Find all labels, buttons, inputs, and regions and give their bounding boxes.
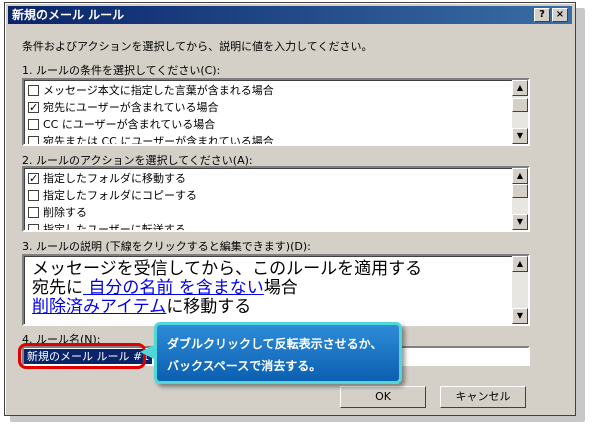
condition-checkbox[interactable] xyxy=(28,119,39,130)
scroll-down-icon[interactable]: ▼ xyxy=(512,128,528,144)
action-item[interactable]: 指定したユーザーに転送する xyxy=(26,221,510,230)
help-button[interactable]: ? xyxy=(534,8,550,22)
action-item[interactable]: 指定したフォルダにコピーする xyxy=(26,187,510,204)
action-item[interactable]: 指定したフォルダに移動する xyxy=(26,170,510,187)
action-checkbox[interactable] xyxy=(28,190,39,201)
description-line-3: 削除済みアイテムに移動する xyxy=(32,297,252,317)
action-checkbox-checked[interactable] xyxy=(28,170,39,187)
sender-name-link[interactable]: 自分の名前 を含まない xyxy=(83,278,263,298)
condition-item[interactable]: メッセージ本文に指定した言葉が含まれる場合 xyxy=(26,82,510,99)
condition-item[interactable]: CC にユーザーが含まれている場合 xyxy=(26,116,510,133)
scroll-up-icon[interactable]: ▲ xyxy=(512,256,528,272)
condition-item[interactable]: 宛先または CC にユーザーが含まれている場合 xyxy=(26,133,510,144)
ok-button[interactable]: OK xyxy=(340,386,426,408)
scroll-thumb[interactable] xyxy=(512,184,528,198)
action-item[interactable]: 削除する xyxy=(26,204,510,221)
condition-checkbox-checked[interactable] xyxy=(28,99,39,116)
scroll-down-icon[interactable]: ▼ xyxy=(512,308,528,324)
scroll-up-icon[interactable]: ▲ xyxy=(512,80,528,96)
actions-list[interactable]: 指定したフォルダに移動する 指定したフォルダにコピーする 削除する 指定したユー… xyxy=(22,166,530,232)
condition-checkbox[interactable] xyxy=(28,85,39,96)
scroll-down-icon[interactable]: ▼ xyxy=(512,214,528,230)
deleted-items-link[interactable]: 削除済みアイテム xyxy=(32,297,166,317)
scroll-up-icon[interactable]: ▲ xyxy=(512,168,528,184)
action-checkbox[interactable] xyxy=(28,207,39,218)
description-label: 3. ルールの説明 (下線をクリックすると編集できます)(D): xyxy=(22,240,311,253)
callout-line-1: ダブルクリックして反転表示させるか、 xyxy=(167,337,383,351)
cancel-button[interactable]: キャンセル xyxy=(440,386,526,408)
condition-checkbox[interactable] xyxy=(28,136,39,144)
actions-scrollbar[interactable]: ▲ ▼ xyxy=(512,168,528,230)
description-scrollbar[interactable]: ▲ ▼ xyxy=(512,256,528,324)
callout-line-2: バックスペースで消去する。 xyxy=(167,359,322,373)
close-button[interactable]: × xyxy=(552,8,568,22)
instruction-text: 条件およびアクションを選択してから、説明に値を入力してください。 xyxy=(22,40,373,53)
rule-description-box[interactable]: メッセージを受信してから、このルールを適用する 宛先に 自分の名前 を含まない場… xyxy=(22,254,530,326)
tip-callout: ダブルクリックして反転表示させるか、 バックスペースで消去する。 xyxy=(154,322,402,384)
title-bar: 新規のメール ルール ? × xyxy=(8,6,572,24)
scroll-thumb[interactable] xyxy=(512,98,528,112)
description-line-2: 宛先に 自分の名前 を含まない場合 xyxy=(32,278,298,298)
conditions-label: 1. ルールの条件を選択してください(C): xyxy=(22,64,221,77)
window-title: 新規のメール ルール xyxy=(12,8,125,22)
highlight-outline xyxy=(18,343,146,369)
description-line-1: メッセージを受信してから、このルールを適用する xyxy=(32,259,423,279)
conditions-list[interactable]: メッセージ本文に指定した言葉が含まれる場合 宛先にユーザーが含まれている場合 C… xyxy=(22,78,530,146)
action-checkbox[interactable] xyxy=(28,224,39,230)
conditions-scrollbar[interactable]: ▲ ▼ xyxy=(512,80,528,144)
condition-item[interactable]: 宛先にユーザーが含まれている場合 xyxy=(26,99,510,116)
